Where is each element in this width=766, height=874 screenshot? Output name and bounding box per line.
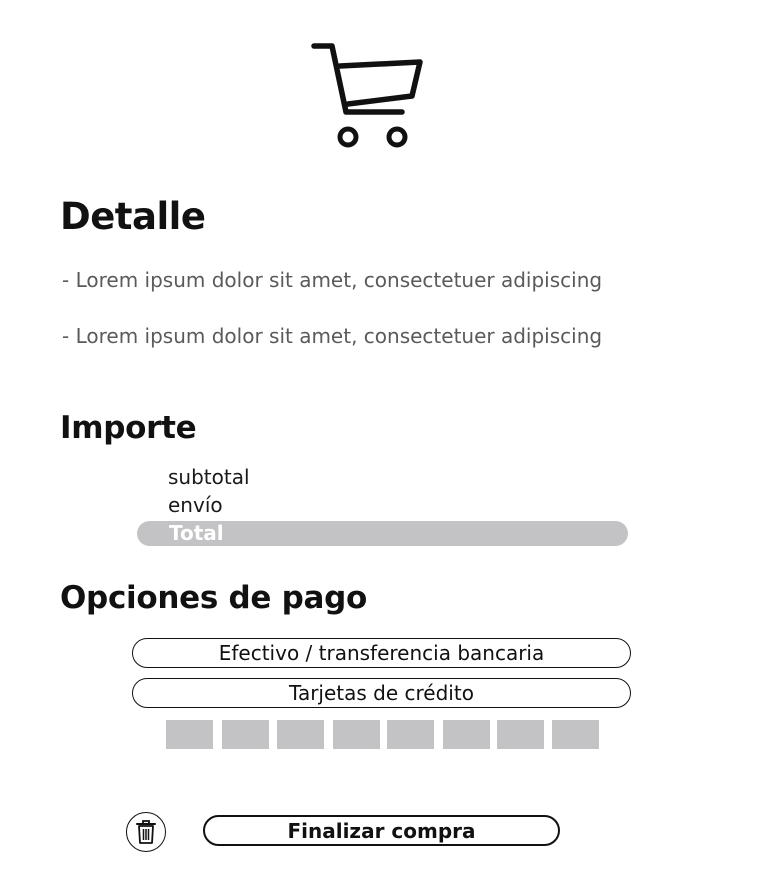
card-options	[166, 720, 599, 749]
card-slot[interactable]	[552, 720, 599, 749]
shopping-cart-icon	[311, 43, 423, 148]
subtotal-label: subtotal	[168, 465, 250, 489]
opciones-pago-title: Opciones de pago	[60, 580, 367, 616]
card-slot[interactable]	[277, 720, 324, 749]
detalle-item: - Lorem ipsum dolor sit amet, consectetu…	[62, 324, 603, 348]
card-slot[interactable]	[497, 720, 544, 749]
detalle-title: Detalle	[60, 195, 206, 238]
delete-button[interactable]	[126, 812, 166, 852]
tarjetas-credito-button[interactable]: Tarjetas de crédito	[132, 678, 631, 708]
envio-label: envío	[168, 493, 223, 517]
card-slot[interactable]	[222, 720, 269, 749]
efectivo-transferencia-button[interactable]: Efectivo / transferencia bancaria	[132, 638, 631, 668]
total-label: Total	[169, 521, 224, 545]
card-slot[interactable]	[166, 720, 213, 749]
card-slot[interactable]	[443, 720, 490, 749]
card-slot[interactable]	[333, 720, 380, 749]
card-slot[interactable]	[387, 720, 434, 749]
finalizar-compra-button[interactable]: Finalizar compra	[203, 815, 560, 846]
detalle-item: - Lorem ipsum dolor sit amet, consectetu…	[62, 268, 603, 292]
importe-title: Importe	[60, 410, 197, 446]
total-bar: Total	[137, 521, 628, 546]
trash-icon	[136, 820, 156, 844]
